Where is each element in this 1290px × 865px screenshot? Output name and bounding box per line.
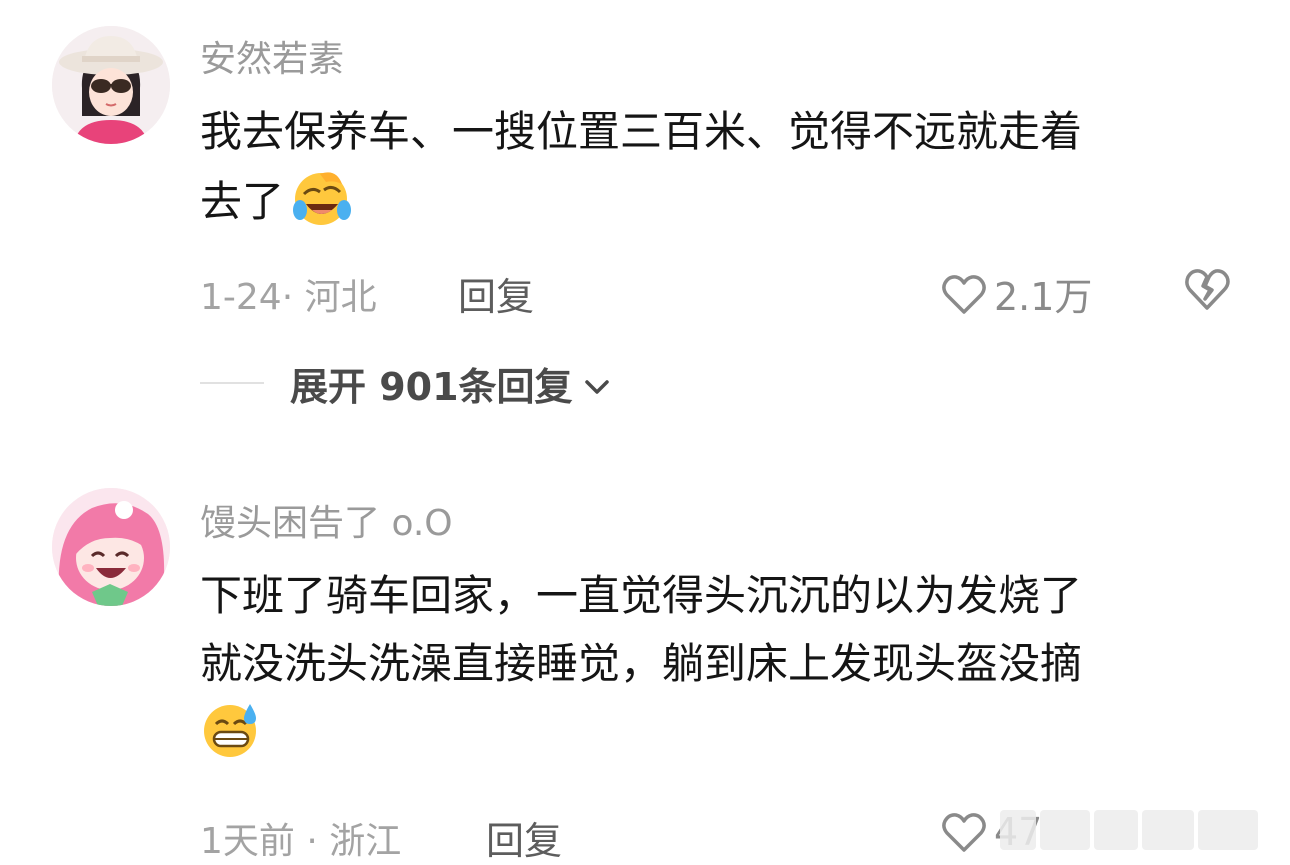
watermark	[1000, 800, 1290, 860]
comment-text-line: 去了	[200, 177, 285, 226]
comment-text-line-2: 去了	[200, 166, 1240, 236]
dislike-button[interactable]	[1182, 266, 1232, 312]
expand-replies-label: 展开 901条回复	[290, 365, 573, 409]
grin-sweat-emoji-icon	[200, 698, 262, 760]
like-count: 2.1万	[994, 275, 1093, 319]
heart-icon	[940, 810, 988, 854]
comment-text: 我去保养车、一搜位置三百米、觉得不远就走着 去了	[200, 98, 1240, 236]
comment-username[interactable]: 馒头困告了 o.O	[200, 494, 453, 546]
comment-username[interactable]: 安然若素	[200, 30, 344, 82]
comment-text-line: 我去保养车、一搜位置三百米、觉得不远就走着	[200, 107, 1083, 156]
like-button[interactable]: 2.1万	[940, 266, 1092, 321]
avatar[interactable]	[52, 26, 170, 144]
comment-date-location: 1天前 · 浙江	[200, 821, 402, 862]
reply-button[interactable]: 回复	[486, 810, 562, 865]
comment-date-location: 1-24· 河北	[200, 277, 377, 318]
laugh-cry-emoji-icon	[290, 166, 352, 228]
divider	[200, 382, 264, 384]
comment-text-line: 就没洗头洗澡直接睡觉，躺到床上发现头盔没摘	[200, 639, 1083, 688]
chevron-down-icon	[573, 362, 611, 406]
broken-heart-icon	[1182, 266, 1232, 312]
avatar[interactable]	[52, 488, 170, 606]
reply-button[interactable]: 回复	[458, 266, 534, 321]
comment-text: 下班了骑车回家，一直觉得头沉沉的以为发烧了 就没洗头洗澡直接睡觉，躺到床上发现头…	[200, 562, 1240, 768]
expand-replies-button[interactable]: 展开 901条回复	[290, 356, 611, 411]
heart-icon	[940, 272, 988, 316]
comment-emoji-line	[200, 698, 1240, 768]
comment-text-line: 下班了骑车回家，一直觉得头沉沉的以为发烧了	[200, 571, 1083, 620]
